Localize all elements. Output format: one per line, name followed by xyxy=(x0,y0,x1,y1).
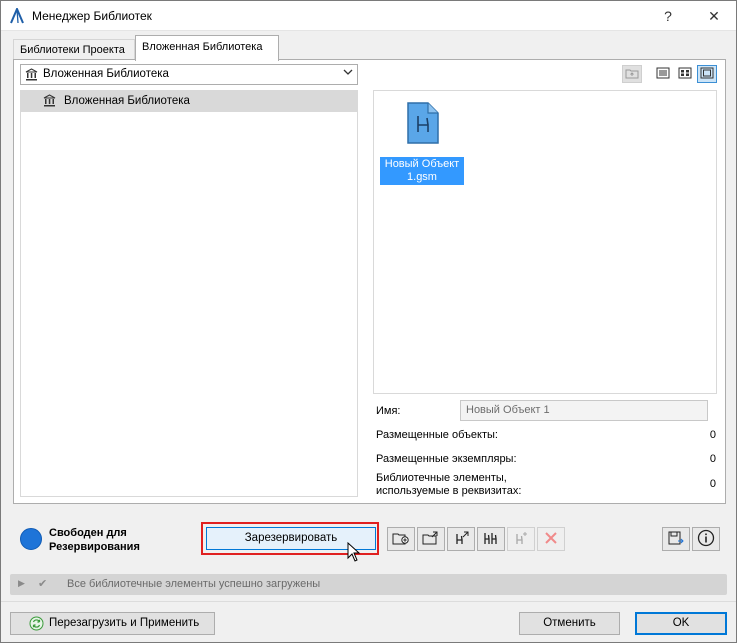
add-file-button[interactable] xyxy=(387,527,415,551)
large-icon-view-icon xyxy=(700,67,714,82)
ok-button[interactable]: OK xyxy=(635,612,727,635)
reload-icon xyxy=(29,616,44,639)
file-name-label: Новый Объект 1.gsm xyxy=(380,157,464,185)
parent-folder-icon xyxy=(625,67,639,82)
expand-triangle-icon: ▶ xyxy=(18,578,25,588)
parent-folder-button[interactable] xyxy=(622,65,642,83)
preview-area[interactable]: Новый Объект 1.gsm xyxy=(373,90,717,394)
info-button[interactable] xyxy=(692,527,720,551)
import-folder-button[interactable] xyxy=(417,527,445,551)
grid-view-button[interactable] xyxy=(675,65,695,83)
info-icon xyxy=(697,529,715,550)
attr-elements-label-1: Библиотечные элементы, xyxy=(376,472,507,484)
library-select[interactable]: Вложенная Библиотека xyxy=(20,64,358,85)
attr-elements-label-2: используемые в реквизитах: xyxy=(376,485,522,497)
chair-file-icon xyxy=(406,101,440,145)
delete-button[interactable] xyxy=(537,527,565,551)
import-object-button[interactable] xyxy=(447,527,475,551)
objects-add-button[interactable] xyxy=(507,527,535,551)
attr-elements-value: 0 xyxy=(709,478,716,490)
tab-project-libraries[interactable]: Библиотеки Проекта xyxy=(13,39,135,61)
library-icon xyxy=(43,94,56,110)
import-folder-icon xyxy=(422,530,440,549)
name-label: Имя: xyxy=(376,405,401,417)
reload-apply-label: Перезагрузить и Применить xyxy=(49,617,200,629)
library-manager-window: Менеджер Библиотек ? ✕ Библиотеки Проект… xyxy=(0,0,737,643)
save-export-button[interactable] xyxy=(662,527,690,551)
library-icon xyxy=(25,68,38,84)
file-name-line1: Новый Объект xyxy=(384,158,460,170)
list-view-icon xyxy=(656,67,670,82)
load-status-text: Все библиотечные элементы успешно загруж… xyxy=(67,578,321,590)
list-view-button[interactable] xyxy=(653,65,673,83)
add-file-icon xyxy=(392,530,410,549)
file-name-line2: 1.gsm xyxy=(407,171,437,183)
check-icon: ✔ xyxy=(38,578,48,590)
placed-objects-label: Размещенные объекты: xyxy=(376,429,498,441)
placed-instances-value: 0 xyxy=(709,453,716,465)
tree-item-embedded-library[interactable]: Вложенная Библиотека xyxy=(21,91,357,112)
placed-instances-label: Размещенные экземпляры: xyxy=(376,453,517,465)
objects-add-icon xyxy=(512,530,530,549)
objects-icon xyxy=(482,530,500,549)
load-status-bar[interactable]: ▶ ✔ Все библиотечные элементы успешно за… xyxy=(10,574,727,595)
large-icon-view-button[interactable] xyxy=(697,65,717,83)
library-tree[interactable]: Вложенная Библиотека xyxy=(20,90,358,497)
status-text: Свободен для Резервирования xyxy=(49,526,140,554)
import-object-icon xyxy=(452,530,470,549)
mouse-cursor-icon xyxy=(347,541,361,565)
status-line2: Резервирования xyxy=(49,541,140,553)
status-line1: Свободен для xyxy=(49,527,127,539)
name-field[interactable]: Новый Объект 1 xyxy=(460,400,708,421)
footer-divider xyxy=(1,601,736,602)
window-title: Менеджер Библиотек xyxy=(32,9,152,23)
status-indicator xyxy=(20,528,42,550)
chevron-down-icon xyxy=(343,67,353,80)
save-export-icon xyxy=(667,530,685,549)
close-button[interactable]: ✕ xyxy=(703,5,725,27)
reload-apply-button[interactable]: Перезагрузить и Применить xyxy=(10,612,215,635)
title-bar[interactable]: Менеджер Библиотек ? ✕ xyxy=(1,1,736,31)
grid-view-icon xyxy=(678,67,692,82)
tab-embedded-library[interactable]: Вложенная Библиотека xyxy=(135,35,279,61)
tree-item-label: Вложенная Библиотека xyxy=(64,95,190,107)
delete-icon xyxy=(543,530,559,549)
objects-button[interactable] xyxy=(477,527,505,551)
help-button[interactable]: ? xyxy=(657,5,679,27)
archicad-logo-icon xyxy=(9,6,25,24)
placed-objects-value: 0 xyxy=(709,429,716,441)
cancel-button[interactable]: Отменить xyxy=(519,612,620,635)
library-select-value: Вложенная Библиотека xyxy=(43,68,169,80)
